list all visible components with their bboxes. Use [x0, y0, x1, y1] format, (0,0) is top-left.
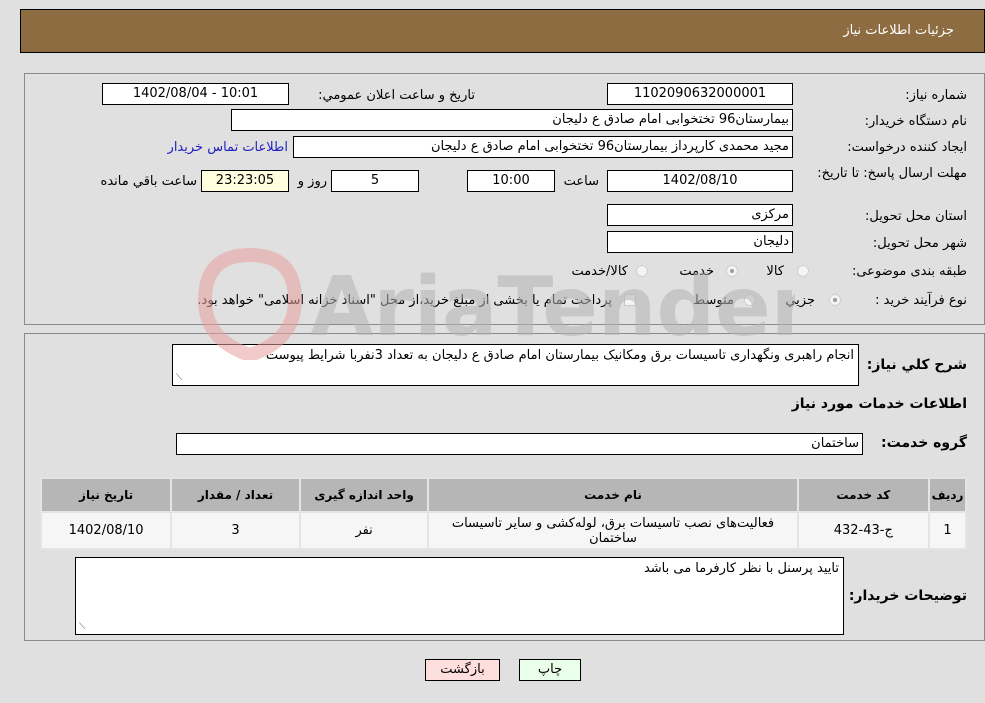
creator-field[interactable]: مجيد محمدی کارپرداز بيمارستان96 تختخوابی… [293, 136, 793, 158]
row-unit: نفر [298, 511, 430, 550]
services-section-title: اطلاعات خدمات مورد نياز [791, 396, 967, 412]
col-name: نام خدمت [427, 477, 799, 513]
announce-value: 1402/08/04 - 10:01 [132, 86, 259, 101]
process-radio-medium[interactable] [744, 294, 756, 306]
remaining-time-label: ساعت باقي مانده [100, 174, 197, 189]
province-field[interactable]: مرکزی [607, 204, 793, 226]
category-option-service: خدمت [679, 264, 714, 279]
row-date: 1402/08/10 [39, 511, 173, 550]
resize-grip-icon[interactable]: ⟋ [79, 622, 85, 632]
page-header: جزئيات اطلاعات نياز [20, 9, 985, 53]
back-button[interactable]: بازگشت [425, 659, 500, 681]
table-header-row: رديف کد خدمت نام خدمت واحد اندازه گيری ت… [39, 477, 967, 513]
print-button[interactable]: چاپ [519, 659, 581, 681]
process-option-minor: جزيي [785, 293, 815, 308]
col-date: تاريخ نياز [39, 477, 173, 513]
category-radio-goods-service[interactable] [636, 265, 648, 277]
service-group-field[interactable]: ساختمان [176, 433, 863, 455]
city-field[interactable]: دليجان [607, 231, 793, 253]
process-radio-minor[interactable] [829, 294, 841, 306]
row-qty: 3 [170, 511, 301, 550]
deadline-time-field[interactable]: 10:00 [467, 170, 555, 192]
remaining-time-field[interactable]: 23:23:05 [201, 170, 289, 192]
category-radio-goods[interactable] [797, 265, 809, 277]
buyer-org-field[interactable]: بيمارستان96 تختخوابی امام صادق ع دليجان [231, 109, 793, 131]
row-code: ج-43-432 [796, 511, 931, 550]
description-textarea[interactable]: انجام راهبری ونگهداری تاسيسات برق ومکاني… [172, 344, 859, 386]
description-text: انجام راهبری ونگهداری تاسيسات برق ومکاني… [265, 348, 854, 363]
col-qty: تعداد / مقدار [170, 477, 301, 513]
treasury-note: پرداخت تمام يا بخشی از مبلغ خريد،از محل … [197, 293, 612, 308]
col-unit: واحد اندازه گيری [298, 477, 430, 513]
services-table: رديف کد خدمت نام خدمت واحد اندازه گيری ت… [39, 477, 967, 550]
deadline-time-label: ساعت [563, 174, 599, 189]
buyer-contact-link[interactable]: اطلاعات تماس خريدار [168, 140, 288, 155]
announce-label: تاريخ و ساعت اعلان عمومي: [318, 88, 475, 103]
page-title: جزئيات اطلاعات نياز [843, 23, 954, 38]
announce-field[interactable]: 1402/08/04 - 10:01 [102, 83, 289, 105]
process-option-medium: متوسط [693, 293, 734, 308]
creator-label: ايجاد کننده درخواست: [847, 140, 967, 155]
description-label: شرح کلي نياز: [866, 357, 967, 373]
resize-grip-icon[interactable]: ⟋ [176, 373, 182, 383]
service-group-label: گروه خدمت: [881, 435, 967, 451]
need-number-label: شماره نياز: [905, 88, 967, 103]
buyer-notes-textarea[interactable]: تاييد پرسنل با نظر کارفرما می باشد ⟋ [75, 557, 844, 635]
buyer-notes-label: توضيحات خريدار: [848, 588, 967, 604]
deadline-label: مهلت ارسال پاسخ: تا تاريخ: [817, 166, 967, 181]
category-option-goods: کالا [766, 264, 784, 279]
category-radio-service[interactable] [726, 265, 738, 277]
col-code: کد خدمت [796, 477, 931, 513]
city-label: شهر محل تحويل: [872, 236, 967, 251]
remaining-days-field[interactable]: 5 [331, 170, 419, 192]
table-row: 1 ج-43-432 فعاليت‌های نصب تاسيسات برق، ل… [39, 511, 967, 550]
deadline-date-field[interactable]: 1402/08/10 [607, 170, 793, 192]
need-number-field[interactable]: 1102090632000001 [607, 83, 793, 105]
days-label: روز و [297, 174, 327, 189]
province-label: استان محل تحويل: [865, 209, 967, 224]
row-name: فعاليت‌های نصب تاسيسات برق، لوله‌کشی و س… [427, 511, 799, 550]
buyer-notes-text: تاييد پرسنل با نظر کارفرما می باشد [643, 561, 839, 576]
process-label: نوع فرآيند خريد : [875, 293, 967, 308]
col-index: رديف [928, 477, 967, 513]
row-index: 1 [928, 511, 967, 550]
category-option-goods-service: کالا/خدمت [571, 264, 628, 279]
buyer-org-label: نام دستگاه خريدار: [864, 114, 967, 129]
treasury-checkbox[interactable] [624, 294, 636, 306]
category-label: طبقه بندی موضوعی: [851, 264, 967, 279]
